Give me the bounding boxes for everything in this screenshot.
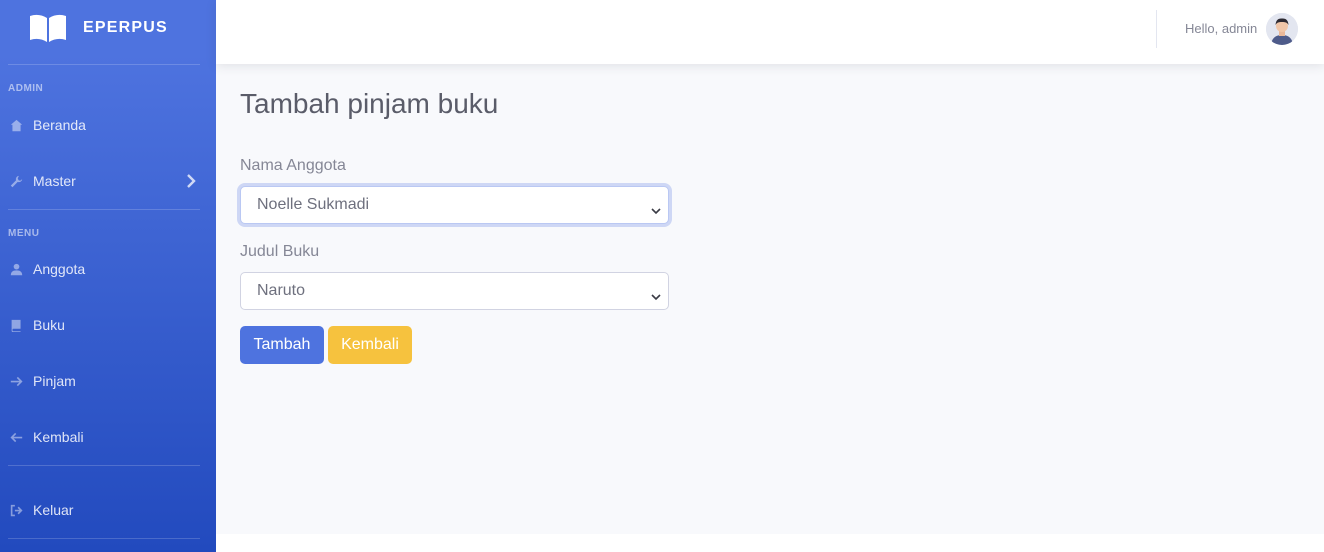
member-label: Nama Anggota <box>240 157 346 174</box>
book-selected-value: Naruto <box>257 282 306 299</box>
wrench-icon <box>8 173 24 189</box>
sidebar-item-pinjam[interactable]: Pinjam <box>8 369 200 393</box>
divider <box>8 538 200 539</box>
member-selected-value: Noelle Sukmadi <box>257 196 370 213</box>
sidebar-item-beranda[interactable]: Beranda <box>8 113 200 137</box>
avatar[interactable] <box>1266 13 1298 45</box>
user-greeting[interactable]: Hello, admin <box>1185 21 1257 36</box>
chevron-down-icon <box>651 288 661 306</box>
sidebar-item-label: Pinjam <box>33 373 76 389</box>
book-icon <box>8 317 24 333</box>
divider <box>8 465 200 466</box>
sidebar-item-kembali[interactable]: Kembali <box>8 425 200 449</box>
arrow-right-icon <box>8 373 24 389</box>
divider <box>8 64 200 65</box>
topbar-divider <box>1156 10 1157 48</box>
brand[interactable]: EPERPUS <box>0 0 216 56</box>
sidebar-item-buku[interactable]: Buku <box>8 313 200 337</box>
heading-menu: MENU <box>8 228 40 239</box>
main-content: Tambah pinjam buku Nama Anggota Noelle S… <box>216 64 1324 534</box>
divider <box>8 209 200 210</box>
chevron-right-icon <box>186 174 196 193</box>
sidebar-item-anggota[interactable]: Anggota <box>8 257 200 281</box>
chevron-down-icon <box>651 202 661 220</box>
sidebar-item-label: Anggota <box>33 261 86 277</box>
back-button[interactable]: Kembali <box>328 326 412 364</box>
sidebar: EPERPUS ADMIN Beranda Master MENU Anggot… <box>0 0 216 552</box>
sidebar-item-label: Buku <box>33 317 65 333</box>
arrow-left-icon <box>8 429 24 445</box>
book-open-icon <box>30 14 66 42</box>
home-icon <box>8 117 24 133</box>
page-title: Tambah pinjam buku <box>240 88 499 119</box>
member-select[interactable]: Noelle Sukmadi <box>240 186 669 224</box>
book-select[interactable]: Naruto <box>240 272 669 310</box>
sign-out-icon <box>8 502 24 518</box>
topbar: Hello, admin <box>216 0 1324 64</box>
sidebar-item-label: Beranda <box>33 117 86 133</box>
book-label: Judul Buku <box>240 243 320 260</box>
sidebar-item-label: Keluar <box>33 502 74 518</box>
sidebar-item-master[interactable]: Master <box>8 169 200 193</box>
sidebar-item-keluar[interactable]: Keluar <box>8 498 200 522</box>
brand-name: EPERPUS <box>83 19 168 36</box>
submit-button[interactable]: Tambah <box>240 326 324 364</box>
sidebar-item-label: Master <box>33 173 76 189</box>
heading-admin: ADMIN <box>8 83 44 94</box>
sidebar-item-label: Kembali <box>33 429 84 445</box>
user-icon <box>8 261 24 277</box>
